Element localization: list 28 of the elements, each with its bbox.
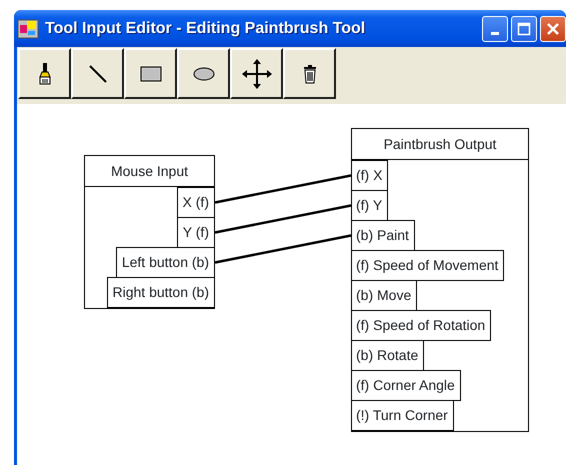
port-slot[interactable]: Right button (b)	[106, 277, 215, 308]
line-icon	[88, 64, 108, 84]
rectangle-icon	[140, 66, 162, 82]
tool-button[interactable]	[18, 48, 71, 99]
node-box[interactable]: Paintbrush Output (f) X (f) Y (b) Paint (f) Speed of Movement (b) Move (f) Speed of Rotation (b) Rotate (f) Corner Angle (!) Turn Corner	[351, 128, 529, 432]
tool-button[interactable]	[177, 48, 230, 99]
brush-icon	[38, 62, 52, 86]
app-icon	[17, 18, 39, 38]
maximize-button[interactable]	[511, 16, 537, 42]
tool-button[interactable]	[124, 48, 177, 99]
window-title: Tool Input Editor - Editing Paintbrush Tool	[45, 18, 366, 38]
port-slot[interactable]: (f) X	[351, 160, 388, 191]
trash-icon	[302, 64, 316, 84]
minimize-icon	[491, 32, 499, 34]
node-box[interactable]: Mouse Input X (f) Y (f) Left button (b) Right button (b)	[84, 155, 215, 309]
maximize-icon	[517, 22, 531, 36]
port-slot[interactable]: X (f)	[176, 187, 215, 218]
tool-button[interactable]	[230, 48, 283, 99]
ellipse-icon	[192, 66, 214, 80]
tool-button[interactable]	[283, 48, 336, 99]
tool-button[interactable]	[71, 48, 124, 99]
node-title: Paintbrush Output	[384, 134, 496, 154]
close-icon	[546, 22, 560, 36]
close-button[interactable]	[540, 16, 566, 42]
node-title: Mouse Input	[110, 162, 188, 181]
minimize-button[interactable]	[482, 16, 508, 42]
port-slot[interactable]: (!) Turn Corner	[351, 400, 454, 431]
move-icon	[240, 58, 272, 90]
